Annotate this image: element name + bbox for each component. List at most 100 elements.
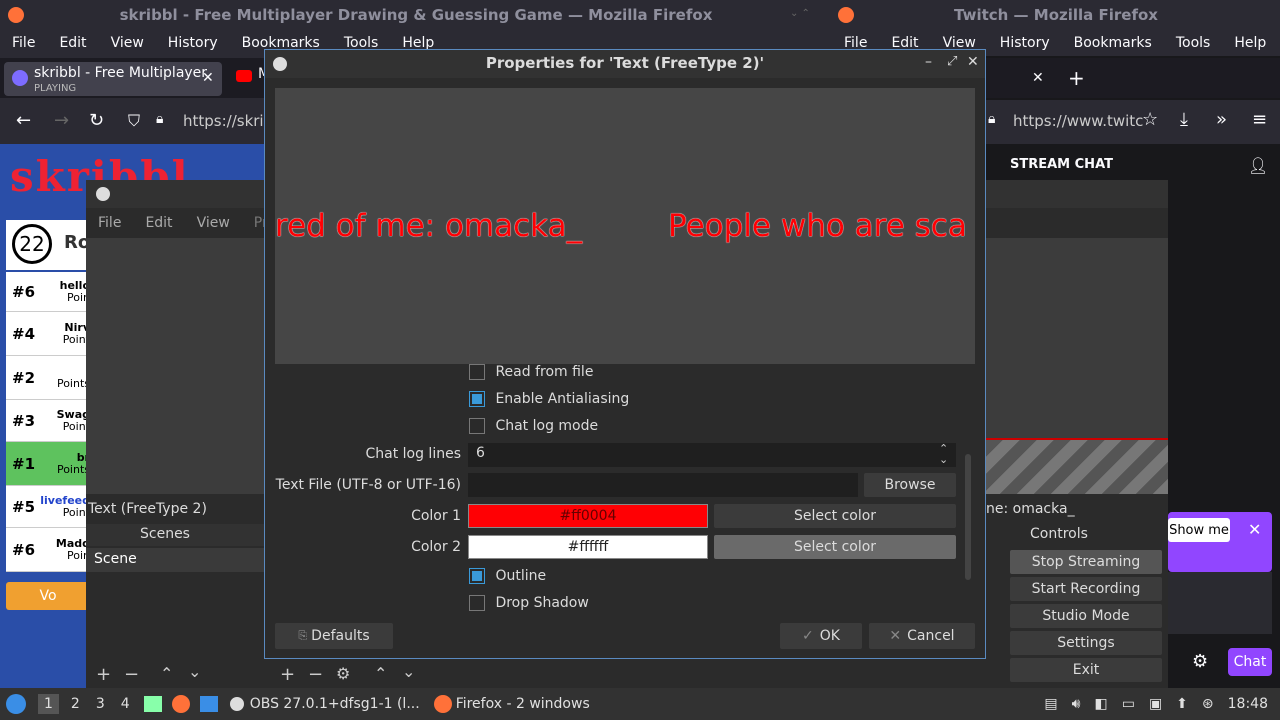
tray-monitor-icon[interactable]: ▣ bbox=[1149, 696, 1162, 712]
new-tab-icon[interactable]: + bbox=[1068, 66, 1085, 90]
player-row[interactable]: #3 Swag Point bbox=[6, 400, 90, 442]
workspace-4[interactable]: 4 bbox=[115, 694, 136, 714]
color2-swatch[interactable]: #ffffff bbox=[468, 535, 708, 559]
tab-skribbl[interactable]: skribbl - Free Multiplayer PLAYING ✕ bbox=[4, 62, 222, 96]
chat-log-mode-checkbox[interactable] bbox=[469, 418, 485, 434]
firefox-task[interactable]: Firefox - 2 windows bbox=[433, 695, 590, 713]
settings-button[interactable]: Settings bbox=[1010, 631, 1162, 655]
tab-close-icon[interactable]: ✕ bbox=[202, 70, 214, 86]
show-me-button[interactable]: Show me bbox=[1168, 518, 1230, 542]
player-row[interactable]: #5 livefeed Point bbox=[6, 486, 90, 528]
hamburger-menu-icon[interactable]: ≡ bbox=[1252, 109, 1267, 130]
add-scene-icon[interactable]: + bbox=[96, 664, 111, 685]
chat-log-lines-spinbox[interactable]: 6 bbox=[468, 443, 956, 467]
close-icon[interactable]: ✕ bbox=[1248, 520, 1261, 539]
color1-swatch[interactable]: #ff0004 bbox=[468, 504, 708, 528]
bookmark-star-icon[interactable]: ☆ bbox=[1142, 109, 1158, 130]
player-row[interactable]: #6 Madd Poin bbox=[6, 528, 90, 572]
player-row[interactable]: #6 hello Poin bbox=[6, 272, 90, 312]
defaults-button[interactable]: ⎘ Defaults bbox=[275, 623, 393, 649]
notes-icon[interactable]: ▭ bbox=[1122, 696, 1135, 712]
workspace-2[interactable]: 2 bbox=[65, 694, 86, 714]
player-rank: #3 bbox=[12, 411, 36, 430]
chat-button[interactable]: Chat bbox=[1228, 648, 1272, 676]
remove-scene-icon[interactable]: − bbox=[124, 664, 139, 685]
scene-item[interactable]: Scene bbox=[86, 548, 264, 572]
maximize-icon[interactable]: ⤢ bbox=[947, 54, 957, 69]
workspace-1[interactable]: 1 bbox=[38, 694, 59, 714]
studio-mode-button[interactable]: Studio Mode bbox=[1010, 604, 1162, 628]
source-up-icon[interactable]: ⌃ bbox=[374, 664, 387, 683]
users-icon[interactable]: 👤︎ bbox=[1248, 156, 1268, 175]
menu-history[interactable]: History bbox=[156, 35, 230, 51]
color1-select-button[interactable]: Select color bbox=[714, 504, 956, 528]
file-manager-icon[interactable] bbox=[143, 696, 162, 712]
stop-streaming-button[interactable]: Stop Streaming bbox=[1010, 550, 1162, 574]
chat-log-mode-row[interactable]: Chat log mode bbox=[469, 418, 598, 434]
vote-button[interactable]: Vo bbox=[6, 582, 90, 610]
text-file-input[interactable] bbox=[468, 473, 858, 497]
overflow-icon[interactable]: » bbox=[1216, 109, 1227, 130]
menu-tools[interactable]: Tools bbox=[1164, 35, 1223, 51]
player-row[interactable]: #4 Nirv Point bbox=[6, 312, 90, 356]
window-controls-icon[interactable]: ⌄ ⌃ bbox=[790, 8, 810, 19]
menu-history[interactable]: History bbox=[988, 35, 1062, 51]
obs-task[interactable]: OBS 27.0.1+dfsg1-1 (l... bbox=[227, 695, 420, 713]
remove-source-icon[interactable]: − bbox=[308, 664, 323, 685]
close-icon[interactable]: ✕ bbox=[967, 54, 979, 70]
outline-checkbox[interactable] bbox=[469, 568, 485, 584]
outline-row[interactable]: Outline bbox=[469, 568, 546, 584]
menu-bookmarks[interactable]: Bookmarks bbox=[1062, 35, 1164, 51]
tray-icon[interactable]: ◧ bbox=[1094, 696, 1107, 712]
youtube-favicon-icon[interactable] bbox=[236, 70, 252, 82]
player-row[interactable]: #1 br Points bbox=[6, 442, 90, 486]
network-icon[interactable]: ⊛ bbox=[1202, 696, 1214, 712]
move-down-icon[interactable]: ⌄ bbox=[188, 662, 201, 681]
drop-shadow-checkbox[interactable] bbox=[469, 595, 485, 611]
add-source-icon[interactable]: + bbox=[280, 664, 295, 685]
spinbox-arrows-icon[interactable]: ⌃ ⌄ bbox=[939, 443, 948, 465]
menu-file[interactable]: File bbox=[0, 35, 47, 51]
read-from-file-checkbox[interactable] bbox=[469, 364, 485, 380]
download-icon[interactable]: ⤓ bbox=[1180, 109, 1188, 130]
ok-button[interactable]: ✓ OK bbox=[780, 623, 862, 649]
volume-icon[interactable]: 🔊︎ bbox=[1072, 696, 1081, 712]
color2-select-button[interactable]: Select color bbox=[714, 535, 956, 559]
workspace-3[interactable]: 3 bbox=[90, 694, 111, 714]
read-from-file-row[interactable]: Read from file bbox=[469, 364, 593, 380]
gear-icon[interactable]: ⚙ bbox=[1192, 651, 1208, 672]
drop-shadow-row[interactable]: Drop Shadow bbox=[469, 595, 589, 611]
cancel-button[interactable]: ✕ Cancel bbox=[869, 623, 975, 649]
url-field[interactable]: https://skrib bbox=[183, 112, 273, 130]
obs-menu-edit[interactable]: Edit bbox=[133, 215, 184, 231]
obs-menu-file[interactable]: File bbox=[86, 215, 133, 231]
update-icon[interactable]: ⬆ bbox=[1176, 696, 1188, 712]
chat-input[interactable] bbox=[1168, 572, 1272, 634]
obs-menu-view[interactable]: View bbox=[185, 215, 242, 231]
menu-help[interactable]: Help bbox=[1222, 35, 1278, 51]
move-up-icon[interactable]: ⌃ bbox=[160, 664, 173, 683]
browse-button[interactable]: Browse bbox=[864, 473, 956, 497]
tab-close-icon[interactable]: ✕ bbox=[1032, 70, 1044, 86]
folder-icon[interactable] bbox=[199, 696, 218, 712]
source-settings-icon[interactable]: ⚙ bbox=[336, 664, 350, 683]
prompt-card: Show me ✕ bbox=[1168, 512, 1272, 572]
menu-edit[interactable]: Edit bbox=[47, 35, 98, 51]
tray-clipboard-icon[interactable]: ▤ bbox=[1044, 696, 1057, 712]
scrollbar[interactable] bbox=[965, 454, 971, 580]
start-menu-icon[interactable] bbox=[6, 694, 26, 714]
back-icon[interactable]: ← bbox=[16, 110, 31, 131]
minimize-icon[interactable]: – bbox=[925, 54, 932, 70]
firefox-launcher-icon[interactable] bbox=[171, 695, 190, 713]
menu-view[interactable]: View bbox=[99, 35, 156, 51]
player-row[interactable]: #2lPoints bbox=[6, 356, 90, 400]
antialiasing-checkbox[interactable] bbox=[469, 391, 485, 407]
antialiasing-row[interactable]: Enable Antialiasing bbox=[469, 391, 629, 407]
source-down-icon[interactable]: ⌄ bbox=[402, 662, 415, 681]
forward-icon[interactable]: → bbox=[54, 110, 69, 131]
reload-icon[interactable]: ↻ bbox=[89, 110, 104, 131]
shield-icon[interactable]: ⛉ bbox=[128, 111, 140, 131]
exit-button[interactable]: Exit bbox=[1010, 658, 1162, 682]
url-field[interactable]: https://www.twitc bbox=[1013, 112, 1143, 130]
start-recording-button[interactable]: Start Recording bbox=[1010, 577, 1162, 601]
